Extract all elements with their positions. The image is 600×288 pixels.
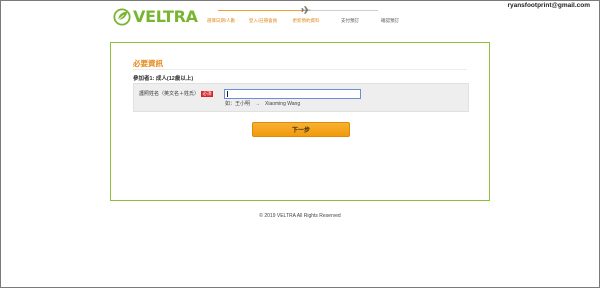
copyright: © 2019 VELTRA All Rights Reserved xyxy=(259,213,341,219)
progress-track-active xyxy=(218,10,307,11)
next-button[interactable]: 下一步 xyxy=(252,122,350,137)
brand-logo[interactable]: VELTRA xyxy=(113,8,209,26)
section-divider xyxy=(133,69,467,70)
step-payment: 支付預訂 xyxy=(341,18,359,23)
veltra-leaf-logo-icon xyxy=(113,8,131,26)
step-confirm: 確認預訂 xyxy=(381,18,399,23)
step-login: 登入/註冊會員 xyxy=(248,18,278,23)
user-email[interactable]: ryansfootprint@gmail.com xyxy=(507,2,590,9)
passport-name-label-text: 護照姓名（英文名＋姓氏） xyxy=(139,91,200,97)
step-update-booking: 更新預約資料 xyxy=(292,18,320,23)
name-example: 如：王小明 → Xiaoming Wang xyxy=(225,101,301,107)
passport-name-label: 護照姓名（英文名＋姓氏） 必須 xyxy=(139,91,219,98)
text-cursor xyxy=(227,91,228,97)
section-title: 必要資訊 xyxy=(133,59,163,68)
required-badge: 必須 xyxy=(201,91,214,97)
brand-name: VELTRA xyxy=(133,7,198,26)
airplane-icon xyxy=(301,6,311,14)
passport-name-row: 護照姓名（英文名＋姓氏） 必須 如：王小明 → Xiaoming Wang xyxy=(133,83,469,112)
passport-name-input[interactable] xyxy=(224,89,361,99)
required-info-card: 必要資訊 參加者1: 成人(12歲以上) 護照姓名（英文名＋姓氏） 必須 如：王小… xyxy=(110,42,490,201)
participant-label: 參加者1: 成人(12歲以上) xyxy=(133,76,194,82)
booking-progress: 選擇日期/人數 登入/註冊會員 更新預約資料 支付預訂 確認預訂 xyxy=(206,6,399,26)
step-select-date: 選擇日期/人數 xyxy=(206,18,236,23)
